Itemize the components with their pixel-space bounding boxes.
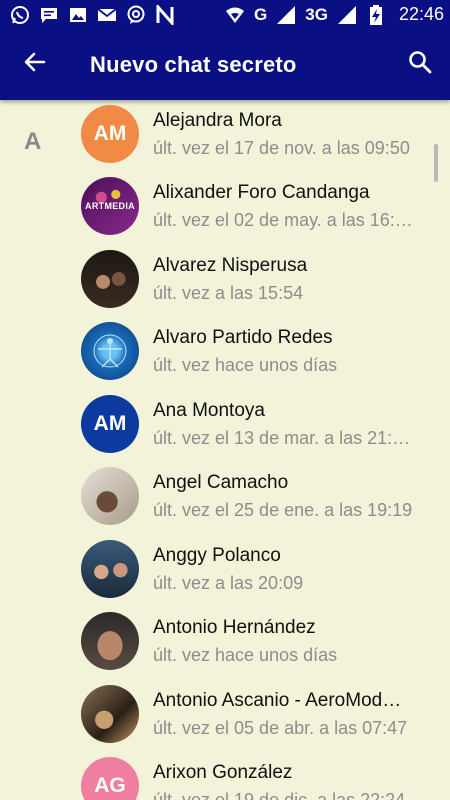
clock: 22:46 [398, 4, 444, 24]
contact-last-seen: últ. vez el 05 de abr. a las 07:47 [153, 718, 408, 738]
contact-name: Arixon González [153, 762, 293, 783]
avatar: ARTMEDIA [81, 177, 139, 235]
search-button[interactable] [390, 29, 450, 100]
wifi-icon [225, 5, 245, 25]
contact-item[interactable]: AG Arixon González últ. vez el 19 de dic… [0, 752, 440, 800]
avatar [81, 322, 139, 380]
network-type-label-2: 3G [305, 4, 328, 24]
avatar [81, 612, 139, 670]
message-icon [39, 5, 59, 25]
contact-name: Alvarez Nisperusa [153, 255, 308, 276]
contact-item[interactable]: AM Alejandra Mora últ. vez el 17 de nov.… [0, 100, 440, 172]
avatar-initials: AM [93, 412, 127, 435]
contact-last-seen: últ. vez hace unos días [153, 355, 338, 375]
contact-last-seen: últ. vez el 17 de nov. a las 09:50 [153, 138, 410, 158]
contact-name: Anggy Polanco [153, 545, 281, 566]
avatar [81, 685, 139, 743]
arrow-left-icon [23, 50, 47, 79]
chat-bubble-icon [126, 5, 146, 25]
contact-name: Antonio Hernández [153, 617, 316, 638]
contact-list[interactable]: A AM Alejandra Mora últ. vez el 17 de no… [0, 100, 450, 800]
contact-last-seen: últ. vez a las 20:09 [153, 573, 304, 593]
contact-item[interactable]: Angel Camacho últ. vez el 25 de ene. a l… [0, 462, 440, 534]
avatar: AG [81, 757, 139, 800]
contact-last-seen: últ. vez a las 15:54 [153, 283, 304, 303]
contact-name: Ana Montoya [153, 400, 265, 421]
contact-item[interactable]: Alvarez Nisperusa últ. vez a las 15:54 [0, 245, 440, 317]
contact-last-seen: últ. vez el 19 de dic. a las 22:24 [153, 790, 406, 800]
avatar [81, 540, 139, 598]
whatsapp-icon [10, 5, 30, 25]
contact-name: Alixander Foro Candanga [153, 182, 370, 203]
vitruvian-figure-icon [93, 334, 127, 368]
contact-item[interactable]: Anggy Polanco últ. vez a las 20:09 [0, 535, 440, 607]
n-icon [155, 4, 175, 25]
search-icon [408, 50, 432, 79]
mail-icon [97, 5, 117, 25]
contact-item[interactable]: Alvaro Partido Redes últ. vez hace unos … [0, 317, 440, 389]
notification-icons [10, 4, 175, 25]
contact-last-seen: últ. vez hace unos días [153, 645, 338, 665]
contact-item[interactable]: Antonio Ascanio - AeroMod… últ. vez el 0… [0, 680, 440, 752]
app-bar: Nuevo chat secreto [0, 29, 450, 100]
avatar [81, 250, 139, 308]
contact-last-seen: últ. vez el 02 de may. a las 16:… [153, 210, 413, 230]
back-button[interactable] [0, 29, 70, 100]
gallery-icon [68, 5, 88, 25]
avatar-logo-mark: ARTMEDIA [85, 201, 135, 211]
contact-name: Angel Camacho [153, 472, 289, 493]
contact-name: Alvaro Partido Redes [153, 327, 333, 348]
signal-icon-2 [337, 5, 357, 25]
avatar-initials: AM [93, 122, 127, 145]
contact-name: Antonio Ascanio - AeroMod… [153, 690, 402, 711]
contact-last-seen: últ. vez el 13 de mar. a las 21:… [153, 428, 411, 448]
contact-name: Alejandra Mora [153, 110, 282, 131]
system-icons: G 3G 22:46 [225, 4, 444, 25]
page-title: Nuevo chat secreto [90, 51, 297, 77]
contact-item[interactable]: Antonio Hernández últ. vez hace unos día… [0, 607, 440, 679]
avatar: AM [81, 395, 139, 453]
network-type-label: G [254, 4, 268, 24]
avatar: AM [81, 105, 139, 163]
contact-item[interactable]: ARTMEDIA Alixander Foro Candanga últ. ve… [0, 172, 440, 244]
avatar-initials: AG [94, 774, 126, 797]
avatar [81, 467, 139, 525]
battery-charging-icon [366, 4, 386, 25]
status-bar: G 3G 22:46 [0, 0, 450, 29]
contact-last-seen: últ. vez el 25 de ene. a las 19:19 [153, 500, 413, 520]
contact-item[interactable]: AM Ana Montoya últ. vez el 13 de mar. a … [0, 390, 440, 462]
signal-icon [276, 5, 296, 25]
